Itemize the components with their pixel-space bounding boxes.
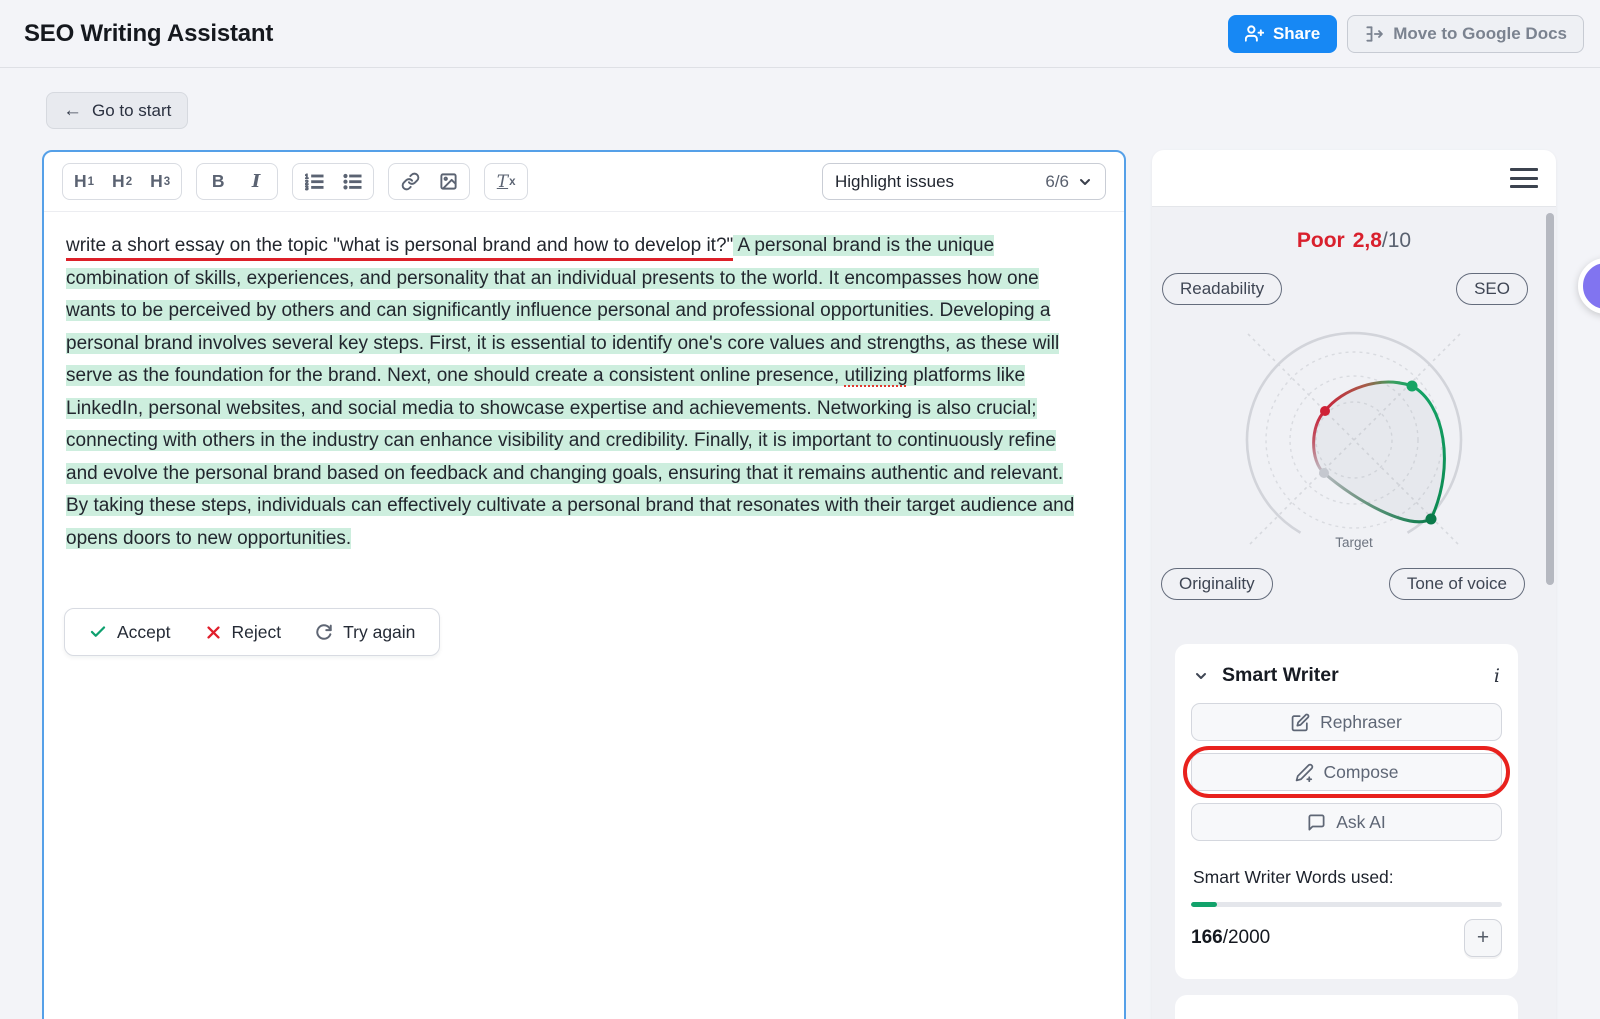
document-text-area[interactable]: write a short essay on the topic "what i… — [44, 212, 1104, 592]
spellcheck-word: utilizing — [844, 365, 907, 386]
add-words-button[interactable]: + — [1464, 919, 1502, 957]
floating-help-button[interactable] — [1578, 258, 1600, 314]
h3-button[interactable]: H3 — [141, 165, 179, 198]
chat-bubble-icon — [1307, 813, 1326, 832]
edit-pencil-icon — [1291, 713, 1310, 732]
accept-button[interactable]: Accept — [89, 622, 171, 643]
issues-count: 6/6 — [1045, 172, 1069, 192]
share-button[interactable]: Share — [1228, 15, 1337, 53]
words-progress-fill — [1191, 902, 1217, 907]
export-doc-icon — [1364, 24, 1384, 44]
seo-point — [1407, 381, 1418, 392]
h2-button[interactable]: H2 — [103, 165, 141, 198]
svg-text:3: 3 — [305, 185, 309, 191]
user-plus-icon — [1245, 24, 1264, 43]
next-section-card — [1175, 995, 1518, 1019]
chevron-down-icon — [1193, 668, 1209, 684]
ai-suggestion-actions: Accept Reject Try again — [64, 608, 440, 656]
check-icon — [89, 623, 107, 641]
go-to-start-button[interactable]: ← Go to start — [46, 92, 188, 129]
words-used-row: 166/2000 + — [1191, 919, 1502, 957]
words-used-progress — [1191, 902, 1502, 907]
bullet-list-icon[interactable] — [333, 165, 371, 198]
x-icon — [205, 624, 222, 641]
menu-icon[interactable] — [1510, 168, 1538, 188]
move-to-google-docs-button[interactable]: Move to Google Docs — [1347, 15, 1584, 53]
h1-button[interactable]: H1 — [65, 165, 103, 198]
clear-format-group: Tx — [484, 163, 528, 200]
ordered-list-icon[interactable]: 123 — [295, 165, 333, 198]
metric-pills-top: Readability SEO — [1152, 273, 1556, 305]
reject-button[interactable]: Reject — [205, 622, 282, 643]
bold-button[interactable]: B — [199, 165, 237, 198]
originality-point — [1319, 468, 1329, 478]
smart-writer-card: Smart Writer i Rephraser Compose Ask AI … — [1175, 644, 1518, 979]
editor-toolbar: H1 H2 H3 B I 123 Tx — [44, 152, 1124, 212]
compose-button[interactable]: Compose — [1191, 753, 1502, 791]
prompt-text: write a short essay on the topic "what i… — [66, 235, 733, 261]
overall-score: Poor 2,8/10 — [1152, 229, 1556, 253]
app-header: SEO Writing Assistant Share Move to Goog… — [0, 0, 1600, 68]
list-button-group: 123 — [292, 163, 374, 200]
image-icon[interactable] — [429, 165, 467, 198]
tone-of-voice-point — [1426, 514, 1437, 525]
readability-point — [1320, 406, 1330, 416]
score-gauge-chart: Target — [1152, 315, 1556, 560]
link-icon[interactable] — [391, 165, 429, 198]
editor-panel: H1 H2 H3 B I 123 Tx — [42, 150, 1126, 1019]
info-icon[interactable]: i — [1494, 665, 1500, 687]
clear-formatting-icon[interactable]: Tx — [487, 165, 525, 198]
pen-sparkle-icon — [1295, 763, 1314, 782]
sidebar-scrollbar-thumb[interactable] — [1546, 213, 1554, 585]
arrow-left-icon: ← — [63, 101, 82, 120]
score-max: /10 — [1382, 229, 1411, 252]
target-label: Target — [1335, 535, 1373, 550]
readability-pill[interactable]: Readability — [1162, 273, 1282, 305]
heading-button-group: H1 H2 H3 — [62, 163, 182, 200]
originality-pill[interactable]: Originality — [1161, 568, 1273, 600]
highlight-issues-dropdown[interactable]: Highlight issues 6/6 — [822, 163, 1106, 200]
rephraser-button[interactable]: Rephraser — [1191, 703, 1502, 741]
tone-of-voice-pill[interactable]: Tone of voice — [1389, 568, 1525, 600]
score-value: 2,8 — [1353, 229, 1382, 252]
format-button-group: B I — [196, 163, 278, 200]
score-grade: Poor — [1297, 229, 1345, 252]
chevron-down-icon — [1077, 174, 1093, 190]
metric-pills-bottom: Originality Tone of voice — [1152, 568, 1556, 600]
page-title: SEO Writing Assistant — [24, 20, 273, 48]
refresh-icon — [315, 623, 333, 641]
score-sidebar: Poor 2,8/10 Readability SEO — [1152, 150, 1556, 1019]
smart-writer-title: Smart Writer — [1222, 664, 1339, 687]
smart-writer-header[interactable]: Smart Writer i — [1191, 664, 1502, 703]
sidebar-header — [1152, 150, 1556, 207]
try-again-button[interactable]: Try again — [315, 622, 415, 643]
italic-button[interactable]: I — [237, 165, 275, 198]
header-actions: Share Move to Google Docs — [1228, 15, 1584, 53]
words-count: 166/2000 — [1191, 927, 1270, 949]
words-used-label: Smart Writer Words used: — [1193, 867, 1502, 888]
ask-ai-button[interactable]: Ask AI — [1191, 803, 1502, 841]
insert-button-group — [388, 163, 470, 200]
generated-text: platforms like LinkedIn, personal websit… — [66, 365, 1074, 549]
seo-pill[interactable]: SEO — [1456, 273, 1528, 305]
